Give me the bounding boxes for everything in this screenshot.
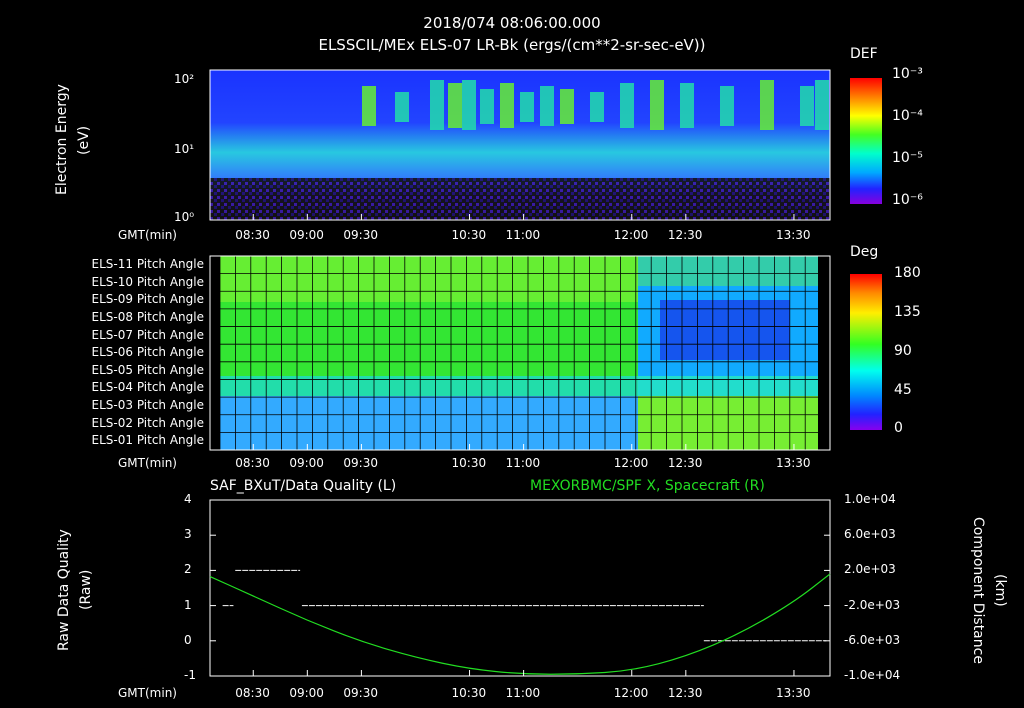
time-tick-p3-7: 13:30 — [775, 686, 811, 700]
time-tick-p1-6: 12:30 — [667, 228, 703, 242]
deg-colorbar-title: Deg — [850, 244, 879, 260]
time-tick-p3-6: 12:30 — [667, 686, 703, 700]
pitch-row-label: ELS-08 Pitch Angle — [91, 309, 204, 324]
spectrogram-burst — [620, 83, 634, 128]
def-tick-2: 10⁻⁴ — [892, 108, 923, 124]
deg-tick-45: 45 — [894, 382, 912, 398]
spectrogram-burst — [540, 86, 554, 126]
def-colorbar — [850, 78, 882, 204]
deg-tick-0: 0 — [894, 420, 903, 436]
panel3-frame — [209, 499, 831, 677]
spectrogram-burst — [680, 83, 694, 128]
right-ytick-label: 6.0e+03 — [844, 527, 896, 542]
spectrogram-burst — [720, 86, 734, 126]
panel2-time-label: GMT(min) — [118, 456, 177, 470]
time-tick-p1-2: 09:30 — [343, 228, 378, 242]
def-tick-4: 10⁻⁶ — [892, 192, 923, 208]
right-ytick-label: -1.0e+04 — [844, 668, 901, 682]
time-tick-p2-3: 10:30 — [451, 456, 487, 470]
panel3-time-label: GMT(min) — [118, 686, 177, 700]
spectrogram-burst — [448, 83, 462, 128]
spectrogram-burst — [520, 92, 534, 122]
time-tick-p3-0: 08:30 — [235, 686, 270, 700]
time-tick-p2-1: 09:00 — [289, 456, 324, 470]
panel1-time-label: GMT(min) — [118, 228, 177, 242]
time-tick-p2-2: 09:30 — [343, 456, 378, 470]
right-ytick-label: 1.0e+04 — [844, 492, 896, 506]
panel3-ylabel-left-2: (Raw) — [78, 569, 94, 611]
time-tick-p1-0: 08:30 — [235, 228, 270, 242]
def-tick-1: 10⁻³ — [892, 66, 923, 82]
right-ytick-label: 2.0e+03 — [844, 562, 896, 577]
left-ytick-label: 2 — [184, 562, 192, 577]
right-ytick-label: -6.0e+03 — [844, 632, 901, 647]
def-colorbar-title: DEF — [850, 46, 878, 62]
pitch-row-label: ELS-10 Pitch Angle — [91, 274, 204, 289]
left-ytick-label: 0 — [184, 632, 192, 647]
left-ytick-label: -1 — [184, 668, 196, 682]
pitch-row-label: ELS-07 Pitch Angle — [91, 327, 204, 342]
panel3-ylabel-right-1: Component Distance — [970, 516, 986, 664]
time-tick-p1-7: 13:30 — [775, 228, 811, 242]
pitch-row-label: ELS-09 Pitch Angle — [91, 292, 204, 307]
spectrogram-burst — [395, 92, 409, 122]
time-tick-p2-7: 13:30 — [775, 456, 811, 470]
time-tick-p2-4: 11:00 — [505, 456, 541, 470]
data-quality-series — [222, 569, 827, 642]
panel3-right-title: MEXORBMC/SPF X, Spacecraft (R) — [530, 478, 765, 494]
left-ytick-label: 4 — [184, 492, 192, 506]
time-tick-p2-5: 12:00 — [613, 456, 649, 470]
pitch-row-label: ELS-11 Pitch Angle — [91, 257, 204, 271]
spectrogram-burst — [430, 80, 444, 130]
right-ytick-label: -2.0e+03 — [844, 597, 901, 612]
deg-colorbar — [850, 274, 882, 430]
pitch-row-label: ELS-04 Pitch Angle — [91, 380, 204, 395]
time-tick-p1-1: 09:00 — [289, 228, 324, 242]
spectrogram-burst — [500, 83, 514, 128]
time-tick-p2-0: 08:30 — [235, 456, 270, 470]
spectrogram-burst — [760, 80, 774, 130]
time-tick-p3-4: 11:00 — [505, 686, 541, 700]
spectrogram-burst — [590, 92, 604, 122]
time-tick-p3-1: 09:00 — [289, 686, 324, 700]
time-tick-p1-3: 10:30 — [451, 228, 487, 242]
time-tick-p3-5: 12:00 — [613, 686, 649, 700]
spectrogram-burst — [815, 80, 829, 130]
spectrogram-burst — [480, 89, 494, 124]
panel3-left-title: SAF_BXuT/Data Quality (L) — [210, 478, 397, 494]
spectrogram-burst — [362, 86, 376, 126]
deg-tick-90: 90 — [894, 343, 912, 359]
pitch-row-label: ELS-06 Pitch Angle — [91, 345, 204, 360]
panel3-ylabel-right-2: (km) — [992, 573, 1008, 607]
panel2-pitch-heatmap — [209, 255, 831, 451]
time-tick-p3-2: 09:30 — [343, 686, 378, 700]
pitch-row-label: ELS-01 Pitch Angle — [91, 433, 204, 448]
time-tick-p1-5: 12:00 — [613, 228, 649, 242]
spectrogram-burst — [800, 86, 814, 126]
deg-tick-135: 135 — [894, 304, 921, 320]
panel3-ylabel-left-1: Raw Data Quality — [56, 529, 72, 651]
pitch-row-label: ELS-03 Pitch Angle — [91, 398, 204, 413]
left-ytick-label: 1 — [184, 597, 192, 612]
time-tick-p2-6: 12:30 — [667, 456, 703, 470]
spectrogram-burst — [560, 89, 574, 124]
deg-tick-180: 180 — [894, 265, 921, 281]
spectrogram-burst — [650, 80, 664, 130]
left-ytick-label: 3 — [184, 527, 192, 542]
spacecraft-x-series — [209, 573, 831, 675]
time-tick-p1-4: 11:00 — [505, 228, 541, 242]
panel3-ticks — [210, 499, 830, 677]
pitch-row-label: ELS-05 Pitch Angle — [91, 362, 204, 377]
def-tick-3: 10⁻⁵ — [892, 150, 923, 166]
time-tick-p3-3: 10:30 — [451, 686, 487, 700]
spectrogram-burst — [462, 80, 476, 130]
panel1-spectrogram — [209, 69, 831, 221]
pitch-row-label: ELS-02 Pitch Angle — [91, 415, 204, 430]
